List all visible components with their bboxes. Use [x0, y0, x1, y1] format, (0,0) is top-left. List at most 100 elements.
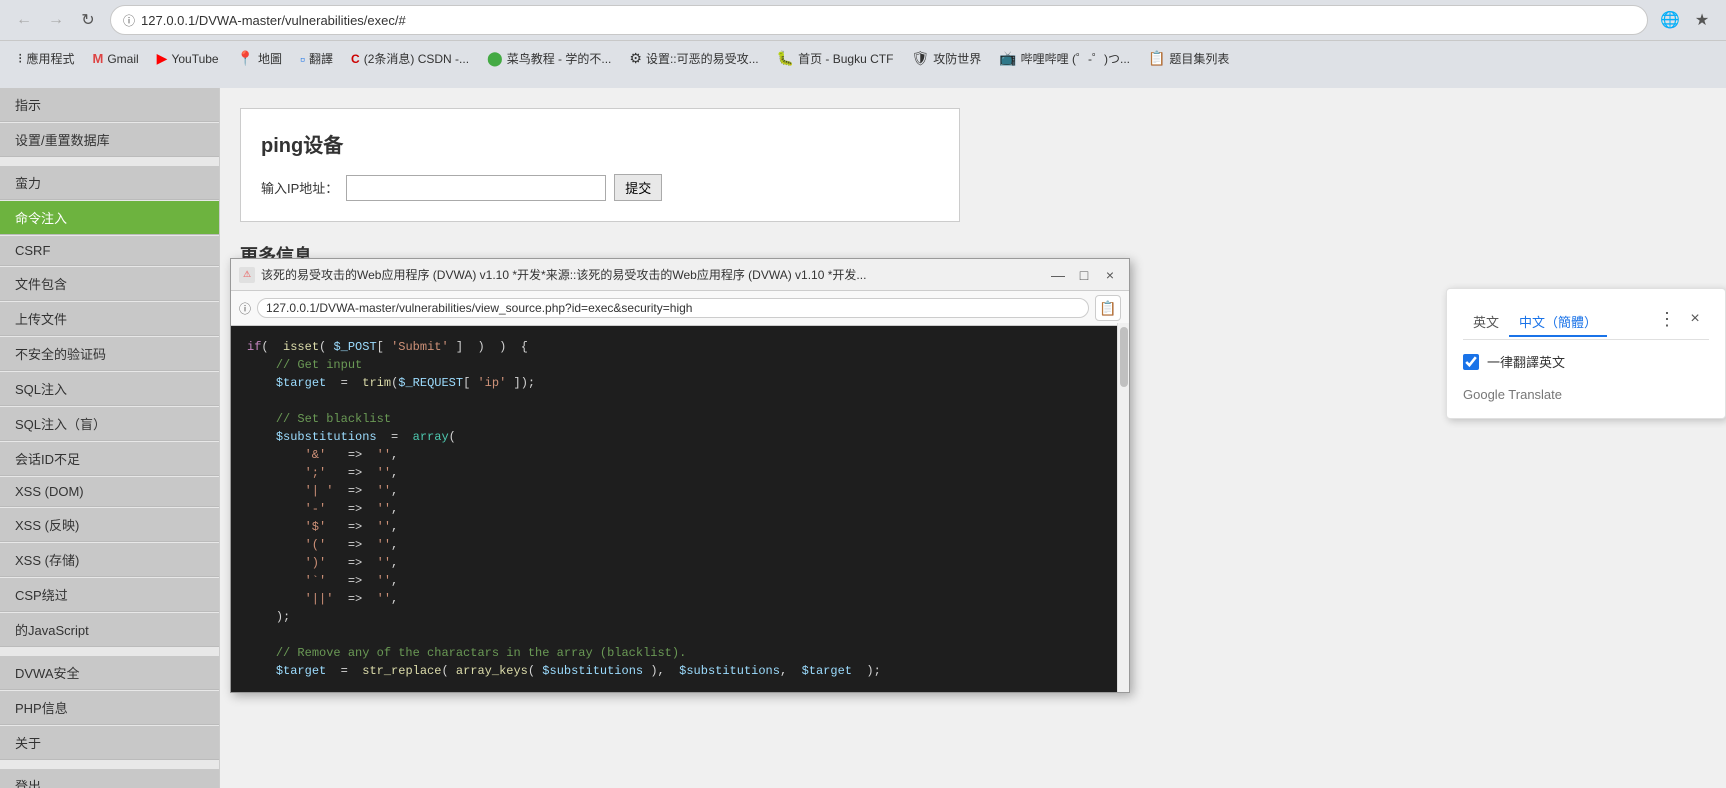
bookmark-apps[interactable]: ⁝ 應用程式 [10, 46, 82, 71]
code-line-19: $target = str_replace( array_keys( $subs… [247, 662, 1113, 680]
popup-scrollbar[interactable] [1117, 323, 1129, 692]
popup-security-icon: ⓘ [239, 300, 251, 317]
forward-button[interactable]: → [42, 6, 70, 34]
code-line-17 [247, 626, 1113, 644]
code-line-13: ')' => '', [247, 554, 1113, 572]
ping-label: 输入IP地址： [261, 178, 338, 197]
code-line-4 [247, 392, 1113, 410]
sidebar-item-sql-inject[interactable]: SQL注入 [0, 372, 219, 406]
code-line-10: '-' => '', [247, 500, 1113, 518]
bookmark-bugku[interactable]: 🐛 首页 - Bugku CTF [769, 46, 902, 71]
sidebar-item-xss-store[interactable]: XSS (存储) [0, 543, 219, 577]
translate-icon[interactable]: 🌐 [1656, 6, 1684, 34]
translate-checkbox-label: 一律翻譯英文 [1487, 352, 1565, 371]
sidebar-item-xss-dom[interactable]: XSS (DOM) [0, 477, 219, 507]
bookmark-attack-world[interactable]: 🛡 攻防世界 [903, 46, 989, 71]
sidebar-item-insecure-captcha[interactable]: 不安全的验证码 [0, 337, 219, 371]
code-line-9: '| ' => '', [247, 482, 1113, 500]
translate-popup: 英文 中文（簡體） ⋮ × 一律翻譯英文 Google Translate [1446, 288, 1726, 419]
bookmark-dvwa-settings[interactable]: ⚙ 设置::可恶的易受攻... [621, 46, 766, 71]
code-display: if( isset( $_POST[ 'Submit' ] ) ) { // G… [231, 326, 1129, 692]
sidebar-item-command-inject[interactable]: 命令注入 [0, 201, 219, 235]
translate-btn-icon: ▫ [300, 51, 305, 67]
sidebar-item-setup[interactable]: 设置/重置数据库 [0, 123, 219, 157]
code-line-7: '&' => '', [247, 446, 1113, 464]
source-popup: ⚠ 该死的易受攻击的Web应用程序 (DVWA) v1.10 *开发*来源::该… [230, 258, 1130, 693]
list-icon: 📋 [1148, 50, 1165, 67]
sidebar-item-instructions[interactable]: 指示 [0, 88, 219, 122]
popup-titlebar: ⚠ 该死的易受攻击的Web应用程序 (DVWA) v1.10 *开发*来源::该… [231, 259, 1129, 291]
sidebar-item-sql-inject-blind[interactable]: SQL注入（盲） [0, 407, 219, 441]
back-button[interactable]: ← [10, 6, 38, 34]
code-line-2: // Get input [247, 356, 1113, 374]
sidebar-item-file-include[interactable]: 文件包含 [0, 267, 219, 301]
translate-brand: Google Translate [1463, 387, 1709, 402]
bilibili-icon: 📺 [999, 50, 1016, 67]
sidebar-item-xss-reflect[interactable]: XSS (反映) [0, 508, 219, 542]
ping-submit-button[interactable]: 提交 [614, 174, 662, 201]
runoob-icon: ⬤ [487, 50, 503, 67]
bookmark-csdn[interactable]: C (2条消息) CSDN -... [343, 46, 477, 71]
code-line-1: if( isset( $_POST[ 'Submit' ] ) ) { [247, 338, 1113, 356]
translate-checkbox-row: 一律翻譯英文 [1463, 352, 1709, 371]
bookmark-youtube[interactable]: ▶ YouTube [149, 46, 227, 71]
translate-close-button[interactable]: × [1681, 305, 1709, 333]
code-line-3: $target = trim($_REQUEST[ 'ip' ]); [247, 374, 1113, 392]
popup-addressbar: ⓘ 127.0.0.1/DVWA-master/vulnerabilities/… [231, 291, 1129, 326]
popup-favicon: ⚠ [239, 267, 255, 283]
refresh-button[interactable]: ↻ [74, 6, 102, 34]
bookmarks-bar: ⁝ 應用程式 M Gmail ▶ YouTube 📍 地圖 ▫ 翻譯 C (2条… [0, 40, 1726, 76]
code-line-6: $substitutions = array( [247, 428, 1113, 446]
translate-more-button[interactable]: ⋮ [1653, 305, 1681, 333]
translate-tabs: 英文 中文（簡體） ⋮ × [1463, 305, 1709, 340]
code-line-12: '(' => '', [247, 536, 1113, 554]
sidebar-item-session-id[interactable]: 会话ID不足 [0, 442, 219, 476]
bugku-icon: 🐛 [777, 50, 794, 67]
bookmark-gmail[interactable]: M Gmail [84, 47, 146, 70]
popup-copy-button[interactable]: 📋 [1095, 295, 1121, 321]
bookmark-runoob[interactable]: ⬤ 菜鸟教程 - 学的不... [479, 46, 619, 71]
popup-maximize-button[interactable]: □ [1073, 264, 1095, 286]
bookmark-bilibili[interactable]: 📺 哔哩哔哩 (゜-゜)つ... [991, 46, 1138, 71]
code-line-8: ';' => '', [247, 464, 1113, 482]
sidebar-item-csrf[interactable]: CSRF [0, 236, 219, 266]
csdn-icon: C [351, 52, 360, 66]
code-line-5: // Set blacklist [247, 410, 1113, 428]
code-line-14: '`' => '', [247, 572, 1113, 590]
bookmark-translate[interactable]: ▫ 翻譯 [292, 46, 341, 71]
page-content: ping设备 输入IP地址： 提交 更多信息 ⚠ 该死的易受攻击的Web应用程序… [220, 88, 1726, 788]
ip-input[interactable] [346, 175, 606, 201]
sidebar-item-about[interactable]: 关于 [0, 726, 219, 760]
sidebar-item-brute-force[interactable]: 蛮力 [0, 166, 219, 200]
youtube-icon: ▶ [157, 50, 168, 67]
tab-english[interactable]: 英文 [1463, 308, 1509, 337]
sidebar-item-php-info[interactable]: PHP信息 [0, 691, 219, 725]
sidebar-item-logout[interactable]: 登出 [0, 769, 219, 788]
sidebar-item-csp[interactable]: CSP绕过 [0, 578, 219, 612]
sidebar-item-dvwa-security[interactable]: DVWA安全 [0, 656, 219, 690]
popup-minimize-button[interactable]: — [1047, 264, 1069, 286]
popup-close-button[interactable]: × [1099, 264, 1121, 286]
gmail-icon: M [92, 51, 103, 66]
popup-scrollbar-thumb [1120, 327, 1128, 387]
security-icon: ⓘ [123, 12, 135, 29]
tab-chinese[interactable]: 中文（簡體） [1509, 308, 1607, 337]
bookmark-icon[interactable]: ★ [1688, 6, 1716, 34]
shield-icon: 🛡 [911, 50, 929, 67]
translate-checkbox[interactable] [1463, 354, 1479, 370]
maps-icon: 📍 [237, 50, 254, 67]
ping-device-box: ping设备 输入IP地址： 提交 [240, 108, 960, 222]
bookmark-maps[interactable]: 📍 地圖 [229, 46, 290, 71]
sidebar-item-file-upload[interactable]: 上传文件 [0, 302, 219, 336]
popup-url-text[interactable]: 127.0.0.1/DVWA-master/vulnerabilities/vi… [257, 298, 1089, 318]
sidebar-item-javascript[interactable]: 的JavaScript [0, 613, 219, 647]
ping-title: ping设备 [261, 129, 939, 158]
apps-icon: ⁝ [18, 50, 22, 67]
address-bar[interactable]: ⓘ 127.0.0.1/DVWA-master/vulnerabilities/… [110, 5, 1648, 35]
bookmark-problem-list[interactable]: 📋 题目集列表 [1140, 46, 1237, 71]
code-line-15: '||' => '', [247, 590, 1113, 608]
sidebar: 指示 设置/重置数据库 蛮力 命令注入 CSRF 文件包含 上传文件 不安全的验… [0, 88, 220, 788]
settings-icon: ⚙ [629, 50, 642, 67]
popup-title-text: 该死的易受攻击的Web应用程序 (DVWA) v1.10 *开发*来源::该死的… [261, 266, 866, 283]
url-text: 127.0.0.1/DVWA-master/vulnerabilities/ex… [141, 13, 406, 28]
